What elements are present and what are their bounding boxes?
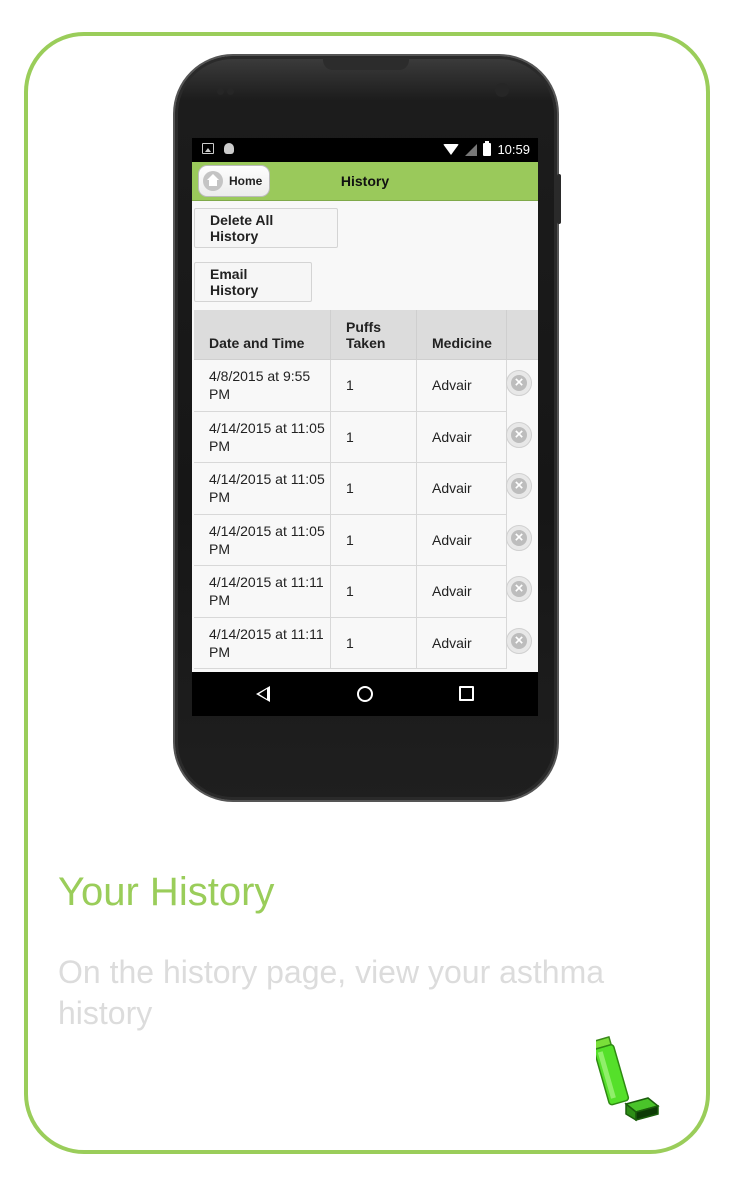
cell-puffs: 1: [331, 463, 417, 515]
cell-puffs: 1: [331, 514, 417, 566]
cell-date: 4/14/2015 at 11:11 PM: [194, 617, 331, 669]
cell-puffs: 1: [331, 411, 417, 463]
delete-row-icon[interactable]: [506, 473, 532, 499]
inhaler-icon: [596, 1036, 660, 1122]
phone-camera: [495, 83, 509, 97]
column-header-date: Date and Time: [194, 310, 331, 359]
nav-back-icon[interactable]: [256, 686, 270, 702]
battery-icon: [483, 141, 492, 156]
table-row: 4/8/2015 at 9:55 PM 1 Advair: [194, 360, 538, 412]
feature-title: Your History: [58, 870, 275, 914]
table-header: Date and Time Puffs Taken Medicine: [194, 310, 538, 360]
table-row: 4/14/2015 at 11:11 PM 1 Advair: [194, 617, 538, 669]
cell-date: 4/14/2015 at 11:05 PM: [194, 514, 331, 566]
cell-puffs: 1: [331, 360, 417, 412]
phone-sensor-dots: [217, 82, 241, 95]
feature-description: On the history page, view your asthma hi…: [58, 954, 605, 1031]
column-header-actions: [507, 310, 538, 359]
delete-row-icon[interactable]: [506, 421, 532, 448]
delete-row-icon[interactable]: [506, 627, 532, 654]
delete-row-icon[interactable]: [506, 524, 532, 551]
signal-icon: [465, 143, 478, 156]
status-time: 10:59: [497, 142, 530, 157]
cell-medicine: Advair: [417, 360, 507, 412]
table-row: 4/14/2015 at 11:05 PM 1 Advair: [194, 463, 538, 515]
cell-medicine: Advair: [417, 411, 507, 463]
app-header: Home History: [192, 162, 538, 201]
cell-medicine: Advair: [417, 617, 507, 669]
table-row: 4/14/2015 at 11:05 PM 1 Advair: [194, 514, 538, 566]
cell-medicine: Advair: [417, 566, 507, 618]
cell-date: 4/14/2015 at 11:05 PM: [194, 463, 331, 515]
android-nav-bar: [192, 672, 538, 716]
cell-medicine: Advair: [417, 463, 507, 515]
table-row: 4/14/2015 at 11:05 PM 1 Advair: [194, 411, 538, 463]
column-header-puffs: Puffs Taken: [331, 310, 417, 359]
delete-all-history-button[interactable]: Delete All History: [194, 208, 338, 248]
phone-side-button: [557, 174, 561, 224]
delete-row-icon[interactable]: [506, 370, 532, 396]
status-bar: 10:59: [192, 138, 538, 162]
column-header-medicine: Medicine: [417, 310, 507, 359]
page-title: History: [340, 173, 390, 189]
nav-recent-icon[interactable]: [459, 686, 474, 701]
phone-notch: [323, 58, 409, 70]
history-table: Date and Time Puffs Taken Medicine 4/8/2…: [194, 310, 538, 669]
column-header-puffs-label: Puffs Taken: [346, 319, 386, 351]
nav-home-icon[interactable]: [357, 686, 373, 702]
table-row: 4/14/2015 at 11:11 PM 1 Advair: [194, 566, 538, 618]
cell-puffs: 1: [331, 617, 417, 669]
cell-date: 4/8/2015 at 9:55 PM: [194, 360, 331, 412]
android-debug-icon: [224, 143, 234, 154]
table-body: 4/8/2015 at 9:55 PM1Advair4/14/2015 at 1…: [194, 360, 538, 669]
phone-mockup: 10:59 Home History Delete All History Em…: [175, 56, 561, 800]
cell-date: 4/14/2015 at 11:11 PM: [194, 566, 331, 618]
cell-date: 4/14/2015 at 11:05 PM: [194, 411, 331, 463]
gallery-notification-icon: [202, 143, 214, 154]
cell-medicine: Advair: [417, 514, 507, 566]
wifi-icon: [443, 144, 460, 155]
cell-puffs: 1: [331, 566, 417, 618]
email-history-button[interactable]: Email History: [194, 262, 312, 302]
delete-row-icon[interactable]: [506, 576, 532, 602]
app-screen: 10:59 Home History Delete All History Em…: [192, 138, 538, 716]
